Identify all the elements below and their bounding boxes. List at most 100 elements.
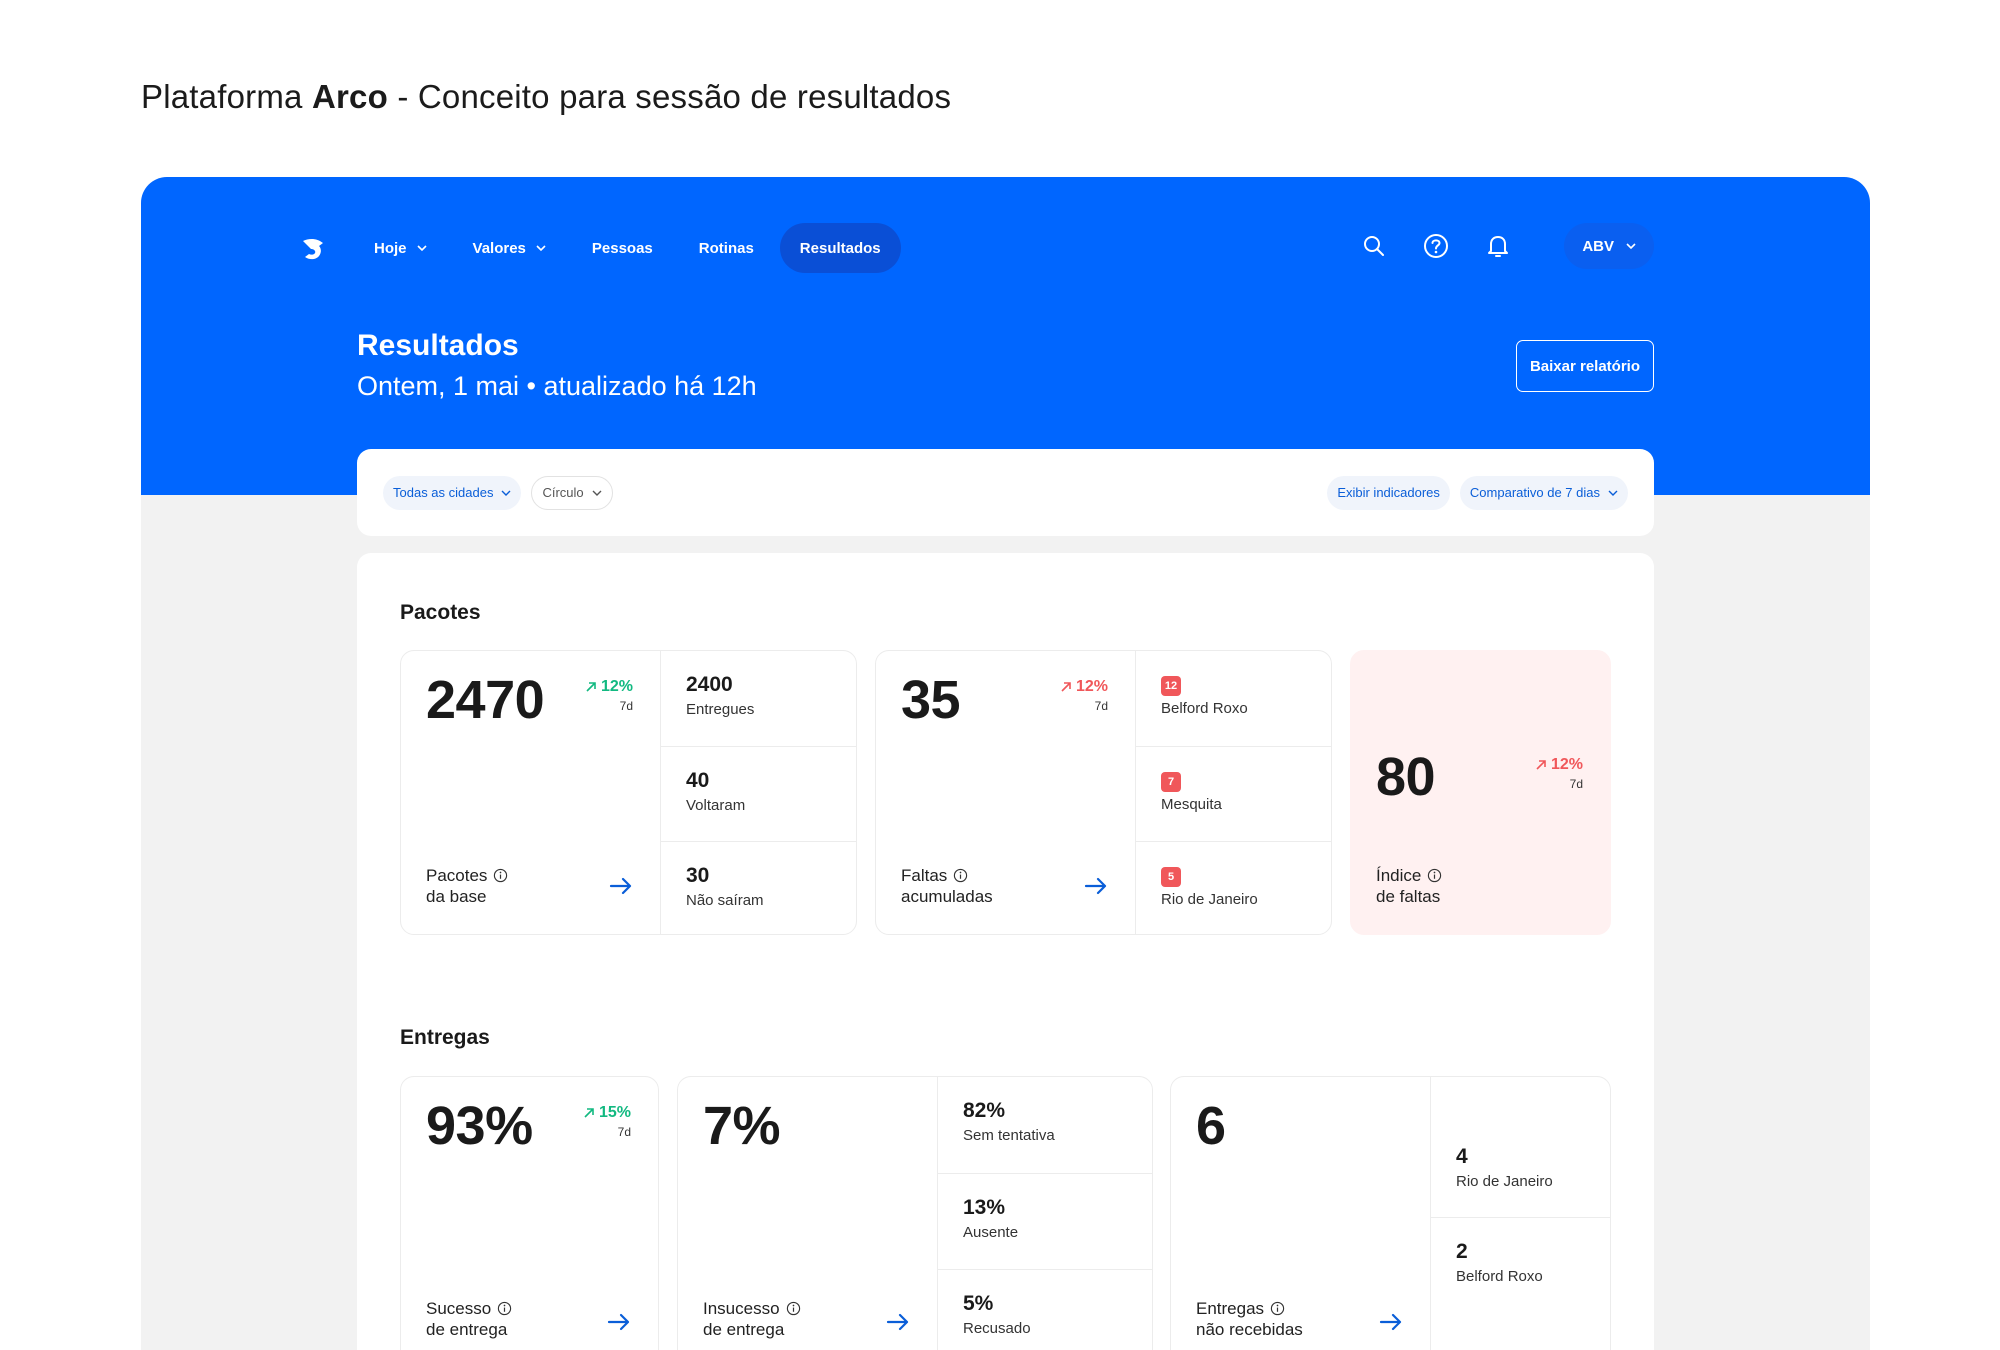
breakdown-row: 13% Ausente bbox=[938, 1173, 1152, 1269]
page-title: Resultados bbox=[357, 329, 519, 362]
card-breakdown: 4 Rio de Janeiro 2 Belford Roxo bbox=[1430, 1077, 1610, 1350]
chevron-down-icon bbox=[1626, 243, 1636, 250]
arrow-up-right-icon bbox=[1536, 760, 1546, 770]
arrow-right-icon[interactable] bbox=[1084, 876, 1108, 896]
chevron-down-icon bbox=[1608, 490, 1618, 496]
nav-item-valores[interactable]: Valores bbox=[453, 223, 566, 273]
card-indice-faltas: 80 12% 7d Índice de faltas bbox=[1350, 650, 1611, 935]
breakdown-row: 4 Rio de Janeiro bbox=[1431, 1077, 1610, 1217]
caption-prefix: Plataforma bbox=[141, 78, 312, 115]
kpi-label-line-1: Pacotes bbox=[426, 866, 488, 885]
info-icon[interactable] bbox=[497, 1301, 512, 1316]
trend-period: 7d bbox=[617, 1125, 631, 1139]
chevron-down-icon bbox=[536, 245, 546, 252]
breakdown-value: 30 bbox=[686, 864, 710, 887]
kpi-label-line-2: da base bbox=[426, 887, 487, 906]
card-pacotes-base: 2470 12% 7d Pacotes da base 2400 Entregu… bbox=[400, 650, 857, 935]
trend-indicator: 12% 7d bbox=[1535, 756, 1583, 791]
breakdown-caption: Belford Roxo bbox=[1456, 1268, 1543, 1285]
trend-percent: 12% bbox=[600, 678, 633, 695]
nav-label: Resultados bbox=[799, 239, 881, 257]
help-button[interactable] bbox=[1416, 226, 1456, 266]
info-icon[interactable] bbox=[1270, 1301, 1285, 1316]
notifications-button[interactable] bbox=[1478, 226, 1518, 266]
comparison-filter-label: Comparativo de 7 dias bbox=[1469, 485, 1600, 500]
info-icon[interactable] bbox=[1427, 868, 1442, 883]
arrow-right-icon[interactable] bbox=[609, 876, 633, 896]
nav-label: Rotinas bbox=[698, 239, 754, 257]
breakdown-row: 30 Não saíram bbox=[661, 841, 856, 934]
nav-label: Pessoas bbox=[591, 239, 653, 257]
info-icon[interactable] bbox=[953, 868, 968, 883]
count-badge: 12 bbox=[1161, 676, 1181, 696]
breakdown-value: 5% bbox=[963, 1292, 994, 1315]
circle-filter[interactable]: Círculo bbox=[531, 475, 613, 510]
breakdown-caption: Mesquita bbox=[1161, 796, 1222, 813]
kpi-label: Pacotes da base bbox=[426, 865, 508, 907]
arrow-up-right-icon bbox=[584, 1108, 594, 1118]
city-filter-label: Todas as cidades bbox=[393, 485, 494, 500]
breakdown-value: 2 bbox=[1456, 1240, 1468, 1263]
arrow-right-icon[interactable] bbox=[607, 1312, 631, 1332]
main-nav: Hoje Valores Pessoas Rotinas Resultados bbox=[354, 223, 901, 273]
trend-period: 7d bbox=[619, 699, 633, 713]
info-icon[interactable] bbox=[786, 1301, 801, 1316]
kpi-label: Índice de faltas bbox=[1376, 865, 1442, 907]
card-sucesso-entrega: 93% 15% 7d Sucesso de entrega bbox=[400, 1076, 659, 1350]
nav-label: Valores bbox=[472, 239, 526, 257]
page-caption: Plataforma Arco - Conceito para sessão d… bbox=[141, 78, 951, 116]
nav-item-resultados[interactable]: Resultados bbox=[779, 223, 901, 273]
search-button[interactable] bbox=[1354, 226, 1394, 266]
breakdown-row: 5 Rio de Janeiro bbox=[1136, 841, 1331, 934]
circle-filter-label: Círculo bbox=[542, 485, 584, 500]
count-badge: 5 bbox=[1161, 867, 1181, 887]
download-report-button[interactable]: Baixar relatório bbox=[1515, 340, 1654, 392]
breakdown-row: 5% Recusado bbox=[938, 1269, 1152, 1350]
kpi-label-line-2: não recebidas bbox=[1196, 1320, 1303, 1339]
breakdown-caption: Voltaram bbox=[686, 797, 746, 814]
search-icon bbox=[1364, 236, 1385, 256]
city-filter[interactable]: Todas as cidades bbox=[383, 475, 522, 510]
nav-item-rotinas[interactable]: Rotinas bbox=[679, 223, 774, 273]
info-icon[interactable] bbox=[493, 868, 508, 883]
chevron-down-icon bbox=[501, 490, 511, 496]
trend-indicator: 15% 7d bbox=[583, 1104, 631, 1139]
kpi-value: 2470 bbox=[426, 670, 545, 730]
app-frame: Hoje Valores Pessoas Rotinas Resultados … bbox=[141, 177, 1870, 1350]
caption-brand: Arco bbox=[311, 78, 388, 115]
kpi-label-line-1: Índice bbox=[1376, 866, 1422, 885]
breakdown-value: 82% bbox=[963, 1099, 1006, 1122]
breakdown-caption: Recusado bbox=[963, 1320, 1031, 1337]
arrow-right-icon[interactable] bbox=[886, 1312, 910, 1332]
show-indicators-label: Exibir indicadores bbox=[1337, 485, 1440, 500]
trend-percent: 12% bbox=[1075, 678, 1108, 695]
breakdown-value: 40 bbox=[686, 769, 710, 792]
nav-item-hoje[interactable]: Hoje bbox=[354, 223, 447, 273]
user-menu[interactable]: ABV bbox=[1564, 223, 1654, 269]
trend-percent: 12% bbox=[1550, 756, 1583, 773]
nav-label: Hoje bbox=[374, 239, 407, 257]
card-main: 7% Insucesso de entrega bbox=[678, 1077, 937, 1350]
show-indicators-button[interactable]: Exibir indicadores bbox=[1327, 475, 1450, 510]
comparison-filter[interactable]: Comparativo de 7 dias bbox=[1459, 475, 1628, 510]
breakdown-row: 2400 Entregues bbox=[661, 651, 856, 746]
kpi-value: 80 bbox=[1376, 747, 1436, 807]
arco-logo-icon[interactable] bbox=[299, 235, 329, 265]
arrow-right-icon[interactable] bbox=[1379, 1312, 1403, 1332]
count-badge: 7 bbox=[1161, 772, 1181, 792]
card-breakdown: 82% Sem tentativa 13% Ausente 5% Recusad… bbox=[937, 1077, 1152, 1350]
bell-icon bbox=[1488, 236, 1509, 257]
chevron-down-icon bbox=[416, 245, 427, 252]
kpi-label-line-1: Faltas bbox=[901, 866, 948, 885]
breakdown-caption: Rio de Janeiro bbox=[1161, 891, 1258, 908]
breakdown-row: 2 Belford Roxo bbox=[1431, 1217, 1610, 1350]
filter-bar: Todas as cidades Círculo Exibir indicado… bbox=[357, 449, 1654, 536]
card-faltas-acumuladas: 35 12% 7d Faltas acumuladas 12 Belford R… bbox=[875, 650, 1332, 935]
trend-period: 7d bbox=[1569, 777, 1583, 791]
user-initials: ABV bbox=[1582, 237, 1614, 255]
nav-item-pessoas[interactable]: Pessoas bbox=[572, 223, 673, 273]
kpi-label-line-1: Sucesso bbox=[426, 1299, 492, 1318]
breakdown-caption: Não saíram bbox=[686, 892, 764, 909]
kpi-value: 7% bbox=[703, 1096, 781, 1156]
breakdown-caption: Entregues bbox=[686, 701, 755, 718]
